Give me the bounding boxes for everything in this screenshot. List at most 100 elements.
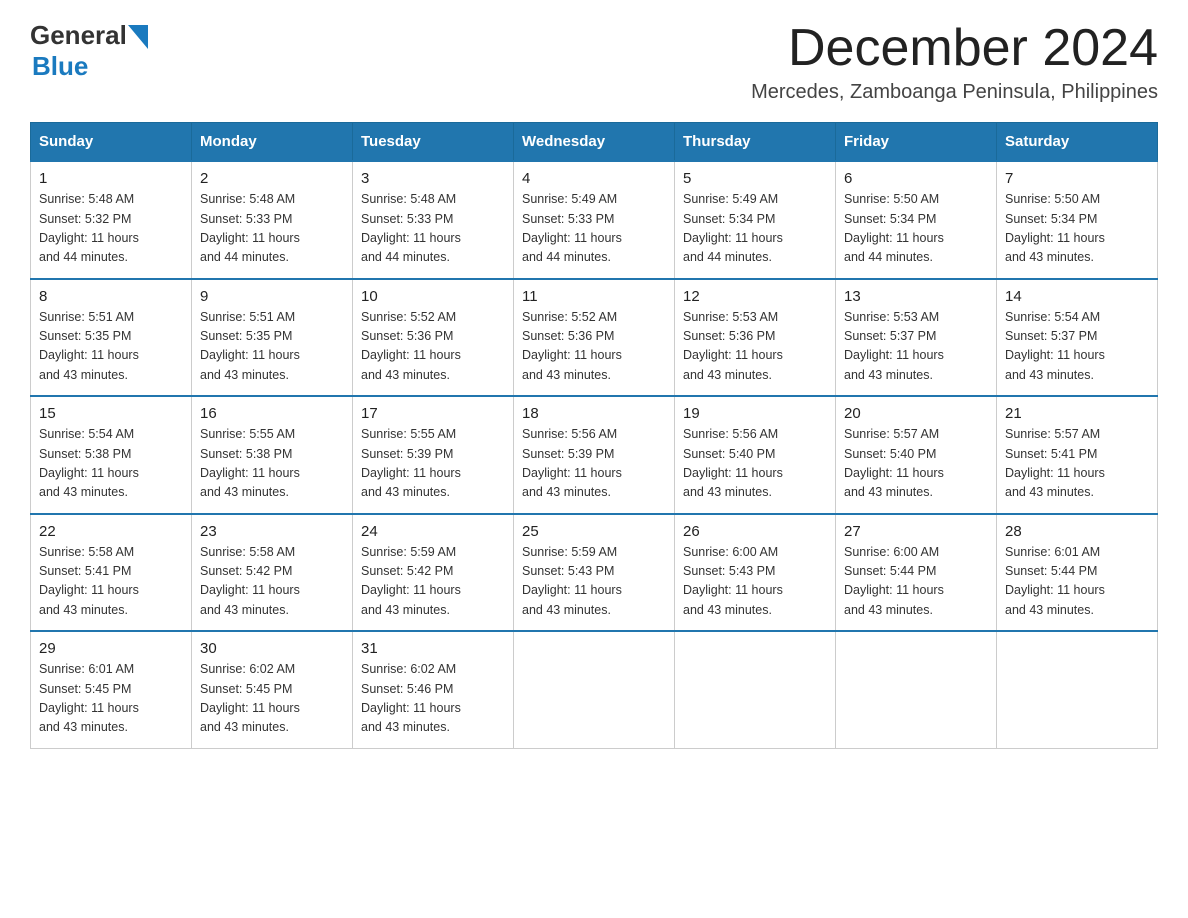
day-info: Sunrise: 5:54 AM Sunset: 5:38 PM Dayligh… xyxy=(39,425,183,503)
calendar-cell: 14 Sunrise: 5:54 AM Sunset: 5:37 PM Dayl… xyxy=(997,279,1158,397)
logo-blue-text: Blue xyxy=(32,51,88,81)
calendar-cell: 26 Sunrise: 6:00 AM Sunset: 5:43 PM Dayl… xyxy=(675,514,836,632)
day-info: Sunrise: 5:59 AM Sunset: 5:43 PM Dayligh… xyxy=(522,543,666,621)
day-info: Sunrise: 5:50 AM Sunset: 5:34 PM Dayligh… xyxy=(844,190,988,268)
day-info: Sunrise: 5:54 AM Sunset: 5:37 PM Dayligh… xyxy=(1005,308,1149,386)
day-number: 30 xyxy=(200,640,344,657)
calendar-cell: 19 Sunrise: 5:56 AM Sunset: 5:40 PM Dayl… xyxy=(675,396,836,514)
day-info: Sunrise: 5:48 AM Sunset: 5:33 PM Dayligh… xyxy=(200,190,344,268)
calendar-cell: 24 Sunrise: 5:59 AM Sunset: 5:42 PM Dayl… xyxy=(353,514,514,632)
day-info: Sunrise: 5:51 AM Sunset: 5:35 PM Dayligh… xyxy=(39,308,183,386)
calendar-cell: 31 Sunrise: 6:02 AM Sunset: 5:46 PM Dayl… xyxy=(353,631,514,748)
day-number: 28 xyxy=(1005,523,1149,540)
day-info: Sunrise: 5:55 AM Sunset: 5:38 PM Dayligh… xyxy=(200,425,344,503)
calendar-cell: 23 Sunrise: 5:58 AM Sunset: 5:42 PM Dayl… xyxy=(192,514,353,632)
calendar-cell xyxy=(675,631,836,748)
weekday-header-tuesday: Tuesday xyxy=(353,123,514,162)
day-number: 18 xyxy=(522,405,666,422)
calendar-week-row: 29 Sunrise: 6:01 AM Sunset: 5:45 PM Dayl… xyxy=(31,631,1158,748)
day-info: Sunrise: 6:00 AM Sunset: 5:43 PM Dayligh… xyxy=(683,543,827,621)
calendar-cell: 22 Sunrise: 5:58 AM Sunset: 5:41 PM Dayl… xyxy=(31,514,192,632)
calendar-cell: 12 Sunrise: 5:53 AM Sunset: 5:36 PM Dayl… xyxy=(675,279,836,397)
calendar-cell: 18 Sunrise: 5:56 AM Sunset: 5:39 PM Dayl… xyxy=(514,396,675,514)
day-number: 26 xyxy=(683,523,827,540)
day-number: 14 xyxy=(1005,288,1149,305)
day-number: 4 xyxy=(522,170,666,187)
calendar-cell: 8 Sunrise: 5:51 AM Sunset: 5:35 PM Dayli… xyxy=(31,279,192,397)
day-info: Sunrise: 6:01 AM Sunset: 5:44 PM Dayligh… xyxy=(1005,543,1149,621)
day-number: 24 xyxy=(361,523,505,540)
calendar-week-row: 1 Sunrise: 5:48 AM Sunset: 5:32 PM Dayli… xyxy=(31,161,1158,279)
day-number: 13 xyxy=(844,288,988,305)
day-info: Sunrise: 5:58 AM Sunset: 5:41 PM Dayligh… xyxy=(39,543,183,621)
page-header: General Blue December 2024 Mercedes, Zam… xyxy=(30,20,1158,104)
day-number: 12 xyxy=(683,288,827,305)
day-number: 16 xyxy=(200,405,344,422)
calendar-week-row: 15 Sunrise: 5:54 AM Sunset: 5:38 PM Dayl… xyxy=(31,396,1158,514)
day-info: Sunrise: 5:52 AM Sunset: 5:36 PM Dayligh… xyxy=(522,308,666,386)
day-info: Sunrise: 5:55 AM Sunset: 5:39 PM Dayligh… xyxy=(361,425,505,503)
calendar-cell xyxy=(836,631,997,748)
day-number: 20 xyxy=(844,405,988,422)
calendar-cell: 21 Sunrise: 5:57 AM Sunset: 5:41 PM Dayl… xyxy=(997,396,1158,514)
logo-general-text: General xyxy=(30,20,127,51)
day-number: 9 xyxy=(200,288,344,305)
day-info: Sunrise: 5:57 AM Sunset: 5:40 PM Dayligh… xyxy=(844,425,988,503)
location-title: Mercedes, Zamboanga Peninsula, Philippin… xyxy=(751,81,1158,104)
day-info: Sunrise: 5:49 AM Sunset: 5:34 PM Dayligh… xyxy=(683,190,827,268)
calendar-cell: 11 Sunrise: 5:52 AM Sunset: 5:36 PM Dayl… xyxy=(514,279,675,397)
day-info: Sunrise: 5:52 AM Sunset: 5:36 PM Dayligh… xyxy=(361,308,505,386)
day-info: Sunrise: 5:48 AM Sunset: 5:33 PM Dayligh… xyxy=(361,190,505,268)
calendar-week-row: 8 Sunrise: 5:51 AM Sunset: 5:35 PM Dayli… xyxy=(31,279,1158,397)
weekday-header-sunday: Sunday xyxy=(31,123,192,162)
calendar-cell: 15 Sunrise: 5:54 AM Sunset: 5:38 PM Dayl… xyxy=(31,396,192,514)
day-number: 1 xyxy=(39,170,183,187)
calendar-cell: 27 Sunrise: 6:00 AM Sunset: 5:44 PM Dayl… xyxy=(836,514,997,632)
day-number: 29 xyxy=(39,640,183,657)
calendar-cell: 6 Sunrise: 5:50 AM Sunset: 5:34 PM Dayli… xyxy=(836,161,997,279)
calendar-cell: 28 Sunrise: 6:01 AM Sunset: 5:44 PM Dayl… xyxy=(997,514,1158,632)
day-info: Sunrise: 6:02 AM Sunset: 5:45 PM Dayligh… xyxy=(200,660,344,738)
calendar-cell: 30 Sunrise: 6:02 AM Sunset: 5:45 PM Dayl… xyxy=(192,631,353,748)
weekday-header-saturday: Saturday xyxy=(997,123,1158,162)
calendar-cell: 10 Sunrise: 5:52 AM Sunset: 5:36 PM Dayl… xyxy=(353,279,514,397)
weekday-header-row: SundayMondayTuesdayWednesdayThursdayFrid… xyxy=(31,123,1158,162)
weekday-header-thursday: Thursday xyxy=(675,123,836,162)
day-info: Sunrise: 6:00 AM Sunset: 5:44 PM Dayligh… xyxy=(844,543,988,621)
logo-triangle-icon xyxy=(128,25,148,49)
weekday-header-friday: Friday xyxy=(836,123,997,162)
day-number: 19 xyxy=(683,405,827,422)
day-number: 23 xyxy=(200,523,344,540)
weekday-header-wednesday: Wednesday xyxy=(514,123,675,162)
logo: General Blue xyxy=(30,20,148,82)
title-area: December 2024 Mercedes, Zamboanga Penins… xyxy=(751,20,1158,104)
day-number: 21 xyxy=(1005,405,1149,422)
month-title: December 2024 xyxy=(751,20,1158,77)
calendar-cell xyxy=(997,631,1158,748)
day-info: Sunrise: 5:48 AM Sunset: 5:32 PM Dayligh… xyxy=(39,190,183,268)
day-info: Sunrise: 5:56 AM Sunset: 5:40 PM Dayligh… xyxy=(683,425,827,503)
day-number: 27 xyxy=(844,523,988,540)
calendar-cell: 4 Sunrise: 5:49 AM Sunset: 5:33 PM Dayli… xyxy=(514,161,675,279)
day-number: 5 xyxy=(683,170,827,187)
calendar-cell: 17 Sunrise: 5:55 AM Sunset: 5:39 PM Dayl… xyxy=(353,396,514,514)
calendar-week-row: 22 Sunrise: 5:58 AM Sunset: 5:41 PM Dayl… xyxy=(31,514,1158,632)
calendar-cell: 16 Sunrise: 5:55 AM Sunset: 5:38 PM Dayl… xyxy=(192,396,353,514)
calendar-table: SundayMondayTuesdayWednesdayThursdayFrid… xyxy=(30,122,1158,749)
day-info: Sunrise: 5:53 AM Sunset: 5:37 PM Dayligh… xyxy=(844,308,988,386)
day-number: 22 xyxy=(39,523,183,540)
calendar-cell xyxy=(514,631,675,748)
day-number: 7 xyxy=(1005,170,1149,187)
day-number: 10 xyxy=(361,288,505,305)
day-info: Sunrise: 6:01 AM Sunset: 5:45 PM Dayligh… xyxy=(39,660,183,738)
day-info: Sunrise: 5:51 AM Sunset: 5:35 PM Dayligh… xyxy=(200,308,344,386)
day-info: Sunrise: 6:02 AM Sunset: 5:46 PM Dayligh… xyxy=(361,660,505,738)
day-number: 2 xyxy=(200,170,344,187)
day-info: Sunrise: 5:53 AM Sunset: 5:36 PM Dayligh… xyxy=(683,308,827,386)
day-number: 31 xyxy=(361,640,505,657)
calendar-cell: 25 Sunrise: 5:59 AM Sunset: 5:43 PM Dayl… xyxy=(514,514,675,632)
calendar-cell: 3 Sunrise: 5:48 AM Sunset: 5:33 PM Dayli… xyxy=(353,161,514,279)
day-number: 11 xyxy=(522,288,666,305)
calendar-cell: 9 Sunrise: 5:51 AM Sunset: 5:35 PM Dayli… xyxy=(192,279,353,397)
calendar-cell: 7 Sunrise: 5:50 AM Sunset: 5:34 PM Dayli… xyxy=(997,161,1158,279)
